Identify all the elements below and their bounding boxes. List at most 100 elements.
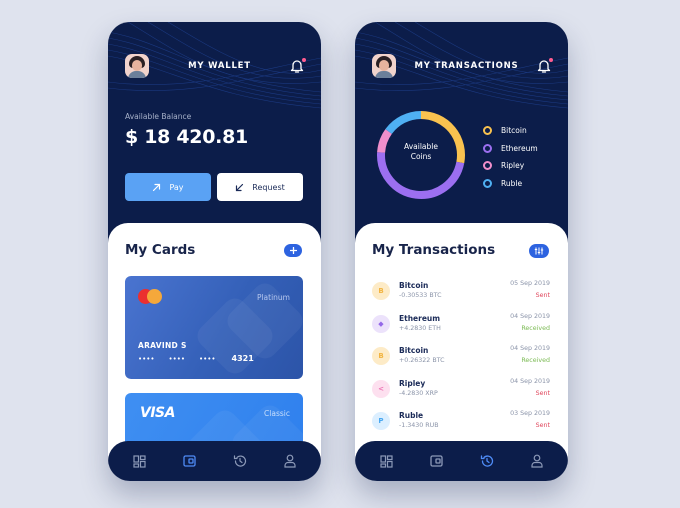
transaction-coin-name: Ruble bbox=[399, 411, 424, 420]
legend-item-ripley: Ripley bbox=[483, 157, 538, 175]
card-number-group: •••• bbox=[168, 354, 186, 363]
transaction-coin-name: Ethereum bbox=[399, 313, 441, 323]
bell-icon[interactable] bbox=[290, 58, 306, 74]
history-icon bbox=[233, 455, 246, 467]
card-holder-name: ARAVIND S bbox=[138, 341, 187, 350]
page-title: MY TRANSACTIONS bbox=[414, 61, 519, 71]
arrow-up-right-icon bbox=[153, 183, 161, 191]
add-card-button[interactable] bbox=[284, 244, 302, 257]
arrow-down-left-icon bbox=[236, 183, 244, 191]
transaction-status-badge: Sent bbox=[535, 422, 550, 429]
transaction-amount: +0.26322 BTC bbox=[399, 357, 445, 364]
legend-swatch-icon bbox=[483, 161, 492, 171]
legend-item-ruble: Ruble bbox=[483, 175, 538, 193]
legend-label: Ripley bbox=[501, 161, 525, 171]
notification-dot bbox=[301, 58, 306, 62]
my-cards-title: My Cards bbox=[125, 242, 196, 258]
card-number-group: •••• bbox=[199, 354, 216, 363]
history-icon bbox=[480, 455, 493, 467]
nav-history[interactable] bbox=[478, 452, 496, 470]
transaction-date: 05 Sep 2019 bbox=[510, 280, 550, 287]
nav-profile[interactable] bbox=[528, 452, 546, 470]
nav-wallet[interactable] bbox=[427, 452, 445, 470]
transaction-status-badge: Received bbox=[521, 357, 550, 364]
transaction-row[interactable]: < Ripley -4.2830 XRP 04 Sep 2019 Sent bbox=[372, 376, 550, 409]
ruble-coin-icon: P bbox=[372, 412, 390, 430]
wallet-icon bbox=[183, 455, 196, 467]
plus-icon bbox=[289, 247, 297, 254]
nav-dashboard[interactable] bbox=[130, 452, 148, 470]
card-tier: Platinum bbox=[256, 293, 290, 302]
ripley-coin-icon: < bbox=[372, 379, 390, 398]
legend-swatch-icon bbox=[483, 178, 492, 188]
transaction-status-badge: Received bbox=[521, 324, 550, 332]
transaction-amount: +4.2830 ETH bbox=[399, 324, 441, 332]
balance-label: Available Balance bbox=[125, 112, 192, 121]
card-number: •••• •••• •••• 4321 bbox=[138, 354, 254, 363]
legend-label: Bitcoin bbox=[501, 126, 527, 136]
transaction-status-badge: Sent bbox=[535, 389, 550, 397]
bottom-nav bbox=[355, 441, 568, 481]
page-title: MY WALLET bbox=[188, 61, 251, 71]
donut-slice-ruble bbox=[385, 111, 422, 134]
transaction-amount: -4.2830 XRP bbox=[399, 389, 438, 397]
transaction-amount: -1.3430 RUB bbox=[399, 422, 439, 429]
transaction-amount: -0.30533 BTC bbox=[399, 292, 442, 299]
grid-icon bbox=[133, 454, 146, 468]
transaction-list: B Bitcoin -0.30533 BTC 05 Sep 2019 Sent ◆ Ethe… bbox=[372, 278, 550, 441]
transaction-coin-name: Ripley bbox=[399, 378, 426, 388]
chart-legend: Bitcoin Ethereum Ripley Ruble bbox=[483, 122, 538, 192]
visa-logo: VISA bbox=[140, 405, 175, 421]
transactions-screen: MY TRANSACTIONS Available Coins Bitcoin E… bbox=[355, 22, 568, 481]
card-number-group: •••• bbox=[138, 354, 155, 363]
legend-item-bitcoin: Bitcoin bbox=[483, 122, 538, 140]
transaction-row[interactable]: ◆ Ethereum +4.2830 ETH 04 Sep 2019 Received bbox=[372, 311, 550, 344]
transaction-date: 04 Sep 2019 bbox=[510, 345, 550, 352]
nav-profile[interactable] bbox=[281, 452, 299, 470]
request-label: Request bbox=[252, 182, 285, 192]
user-icon bbox=[284, 454, 296, 468]
transaction-status-badge: Sent bbox=[535, 292, 550, 299]
wallet-top-bar: MY WALLET bbox=[125, 54, 306, 78]
user-avatar[interactable] bbox=[372, 54, 396, 78]
request-button[interactable]: Request bbox=[217, 173, 303, 201]
legend-swatch-icon bbox=[483, 126, 492, 136]
legend-label: Ethereum bbox=[501, 143, 538, 153]
transaction-coin-name: Bitcoin bbox=[399, 281, 429, 290]
card-platinum[interactable]: Platinum ARAVIND S •••• •••• •••• 4321 bbox=[125, 276, 303, 379]
transaction-row[interactable]: P Ruble -1.3430 RUB 03 Sep 2019 Sent bbox=[372, 408, 550, 441]
transactions-top-bar: MY TRANSACTIONS bbox=[372, 54, 553, 78]
filter-button[interactable] bbox=[529, 244, 549, 258]
nav-dashboard[interactable] bbox=[377, 452, 395, 470]
legend-label: Ruble bbox=[501, 178, 523, 188]
notification-dot bbox=[549, 58, 553, 62]
transaction-row[interactable]: B Bitcoin +0.26322 BTC 04 Sep 2019 Received bbox=[372, 343, 550, 376]
legend-item-ethereum: Ethereum bbox=[483, 140, 538, 158]
balance-value: $ 18 420.81 bbox=[125, 126, 248, 148]
donut-center-line1: Available bbox=[404, 142, 438, 151]
transaction-row[interactable]: B Bitcoin -0.30533 BTC 05 Sep 2019 Sent bbox=[372, 278, 550, 311]
card-tier: Classic bbox=[264, 409, 290, 418]
mastercard-logo-icon bbox=[138, 289, 164, 305]
pay-label: Pay bbox=[169, 182, 184, 192]
ethereum-coin-icon: ◆ bbox=[372, 314, 390, 333]
transaction-coin-name: Bitcoin bbox=[399, 346, 429, 355]
transaction-date: 04 Sep 2019 bbox=[510, 312, 550, 320]
card-last4: 4321 bbox=[231, 354, 254, 363]
wallet-icon bbox=[430, 455, 443, 467]
user-icon bbox=[531, 454, 543, 468]
sliders-icon bbox=[534, 247, 544, 255]
user-avatar[interactable] bbox=[125, 54, 149, 78]
bottom-nav bbox=[108, 441, 321, 481]
grid-icon bbox=[380, 454, 393, 468]
nav-wallet[interactable] bbox=[180, 452, 198, 470]
bitcoin-coin-icon: B bbox=[372, 347, 390, 365]
donut-center-label: Available Coins bbox=[375, 142, 467, 162]
transaction-date: 03 Sep 2019 bbox=[510, 410, 550, 417]
nav-history[interactable] bbox=[231, 452, 249, 470]
donut-center-line2: Coins bbox=[410, 152, 432, 161]
my-transactions-title: My Transactions bbox=[372, 242, 496, 258]
bell-icon[interactable] bbox=[537, 58, 553, 74]
pay-button[interactable]: Pay bbox=[125, 173, 211, 201]
legend-swatch-icon bbox=[483, 143, 492, 153]
